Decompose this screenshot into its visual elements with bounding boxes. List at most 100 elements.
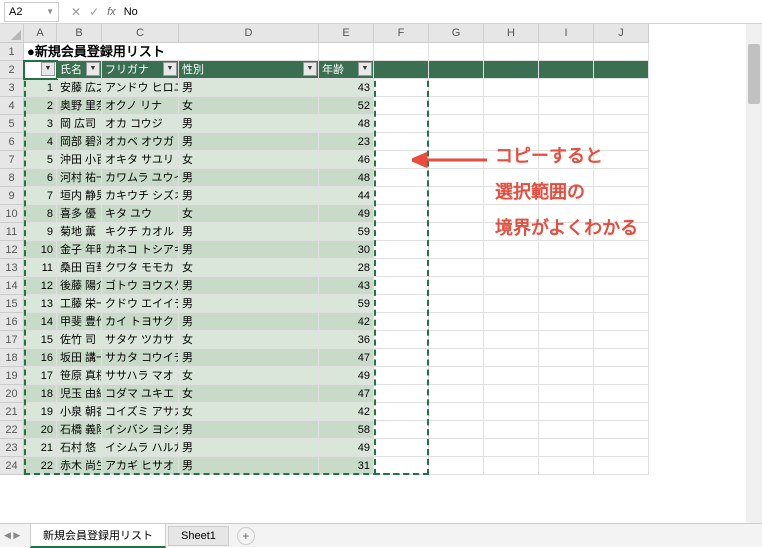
cell[interactable]	[539, 79, 594, 97]
cell-age[interactable]: 49	[319, 205, 374, 223]
cell[interactable]	[594, 439, 649, 457]
cell[interactable]	[539, 115, 594, 133]
cell[interactable]	[539, 403, 594, 421]
cell[interactable]	[429, 421, 484, 439]
cell[interactable]	[374, 277, 429, 295]
cell[interactable]	[484, 43, 539, 61]
col-header-F[interactable]: F	[374, 24, 429, 43]
cell[interactable]	[429, 385, 484, 403]
cell-name[interactable]: 岡部 碧海	[57, 133, 102, 151]
cell-kana[interactable]: イシバシ ヨシタカ	[102, 421, 179, 439]
cell-sex[interactable]: 男	[179, 133, 319, 151]
col-header-I[interactable]: I	[539, 24, 594, 43]
cell[interactable]	[484, 115, 539, 133]
cell-sex[interactable]: 女	[179, 97, 319, 115]
cell-no[interactable]: 7	[24, 187, 57, 205]
cell-name[interactable]: 後藤 陽介	[57, 277, 102, 295]
cell-kana[interactable]: オカ コウジ	[102, 115, 179, 133]
cell[interactable]	[594, 79, 649, 97]
cell-no[interactable]: 14	[24, 313, 57, 331]
cell[interactable]	[429, 115, 484, 133]
cell-age[interactable]: 30	[319, 241, 374, 259]
col-header-G[interactable]: G	[429, 24, 484, 43]
cell-name[interactable]: 沖田 小百合	[57, 151, 102, 169]
cell-name[interactable]: 喜多 優	[57, 205, 102, 223]
cell[interactable]	[594, 421, 649, 439]
cell-kana[interactable]: カキウチ シズオ	[102, 187, 179, 205]
filter-button[interactable]: ▼	[86, 62, 100, 76]
cell[interactable]	[429, 133, 484, 151]
cell[interactable]	[374, 295, 429, 313]
cell-name[interactable]: 佐竹 司	[57, 331, 102, 349]
row-header-19[interactable]: 19	[0, 367, 24, 385]
cell[interactable]	[429, 403, 484, 421]
cell-sex[interactable]: 男	[179, 439, 319, 457]
cell-sex[interactable]: 女	[179, 151, 319, 169]
cell[interactable]	[594, 403, 649, 421]
add-sheet-button[interactable]: +	[237, 527, 255, 545]
cell-age[interactable]: 52	[319, 97, 374, 115]
row-header-14[interactable]: 14	[0, 277, 24, 295]
cell-kana[interactable]: サカタ コウイチ	[102, 349, 179, 367]
cell[interactable]	[539, 457, 594, 475]
cell-no[interactable]: 8	[24, 205, 57, 223]
fx-icon[interactable]: fx	[107, 6, 116, 18]
row-header-22[interactable]: 22	[0, 421, 24, 439]
col-header-H[interactable]: H	[484, 24, 539, 43]
cell[interactable]	[484, 457, 539, 475]
cell-sex[interactable]: 男	[179, 187, 319, 205]
table-header[interactable]: 性別▼	[179, 61, 319, 79]
cell-no[interactable]: 17	[24, 367, 57, 385]
name-box[interactable]: A2▼	[4, 2, 59, 22]
formula-value[interactable]: No	[124, 6, 138, 18]
filter-button[interactable]: ▼	[41, 62, 55, 76]
cell-kana[interactable]: コダマ ユキエ	[102, 385, 179, 403]
cell-no[interactable]: 18	[24, 385, 57, 403]
cell-no[interactable]: 2	[24, 97, 57, 115]
cell[interactable]	[594, 259, 649, 277]
cell[interactable]	[374, 205, 429, 223]
cell[interactable]	[374, 43, 429, 61]
cell-no[interactable]: 9	[24, 223, 57, 241]
cell[interactable]	[374, 115, 429, 133]
cell[interactable]	[374, 223, 429, 241]
row-header-20[interactable]: 20	[0, 385, 24, 403]
table-header[interactable]: 年齢▼	[319, 61, 374, 79]
cell-kana[interactable]: コイズミ アサカ	[102, 403, 179, 421]
cell-age[interactable]: 23	[319, 133, 374, 151]
row-header-13[interactable]: 13	[0, 259, 24, 277]
cell[interactable]	[374, 439, 429, 457]
cell[interactable]	[429, 205, 484, 223]
col-header-B[interactable]: B	[57, 24, 102, 43]
cell[interactable]	[429, 169, 484, 187]
cell[interactable]	[429, 97, 484, 115]
cell-age[interactable]: 31	[319, 457, 374, 475]
cell-no[interactable]: 5	[24, 151, 57, 169]
cell-kana[interactable]: カワムラ ユウイチロウ	[102, 169, 179, 187]
cell-name[interactable]: 岡 広司	[57, 115, 102, 133]
row-header-3[interactable]: 3	[0, 79, 24, 97]
cell[interactable]	[539, 277, 594, 295]
cell[interactable]	[484, 313, 539, 331]
cell-no[interactable]: 13	[24, 295, 57, 313]
cell[interactable]	[484, 61, 539, 79]
cell-sex[interactable]: 女	[179, 367, 319, 385]
row-header-1[interactable]: 1	[0, 43, 24, 61]
cell[interactable]	[484, 277, 539, 295]
cell[interactable]	[429, 43, 484, 61]
row-header-17[interactable]: 17	[0, 331, 24, 349]
cell-age[interactable]: 47	[319, 385, 374, 403]
cell-age[interactable]: 48	[319, 169, 374, 187]
cell-no[interactable]: 10	[24, 241, 57, 259]
cell-no[interactable]: 16	[24, 349, 57, 367]
col-header-D[interactable]: D	[179, 24, 319, 43]
cell-sex[interactable]: 男	[179, 313, 319, 331]
cell[interactable]	[539, 349, 594, 367]
row-header-6[interactable]: 6	[0, 133, 24, 151]
sheet-tab-active[interactable]: 新規会員登録用リスト	[30, 523, 166, 548]
cell-name[interactable]: 安藤 広之	[57, 79, 102, 97]
cell[interactable]	[594, 367, 649, 385]
cell-sex[interactable]: 男	[179, 115, 319, 133]
row-header-7[interactable]: 7	[0, 151, 24, 169]
cell[interactable]	[484, 367, 539, 385]
